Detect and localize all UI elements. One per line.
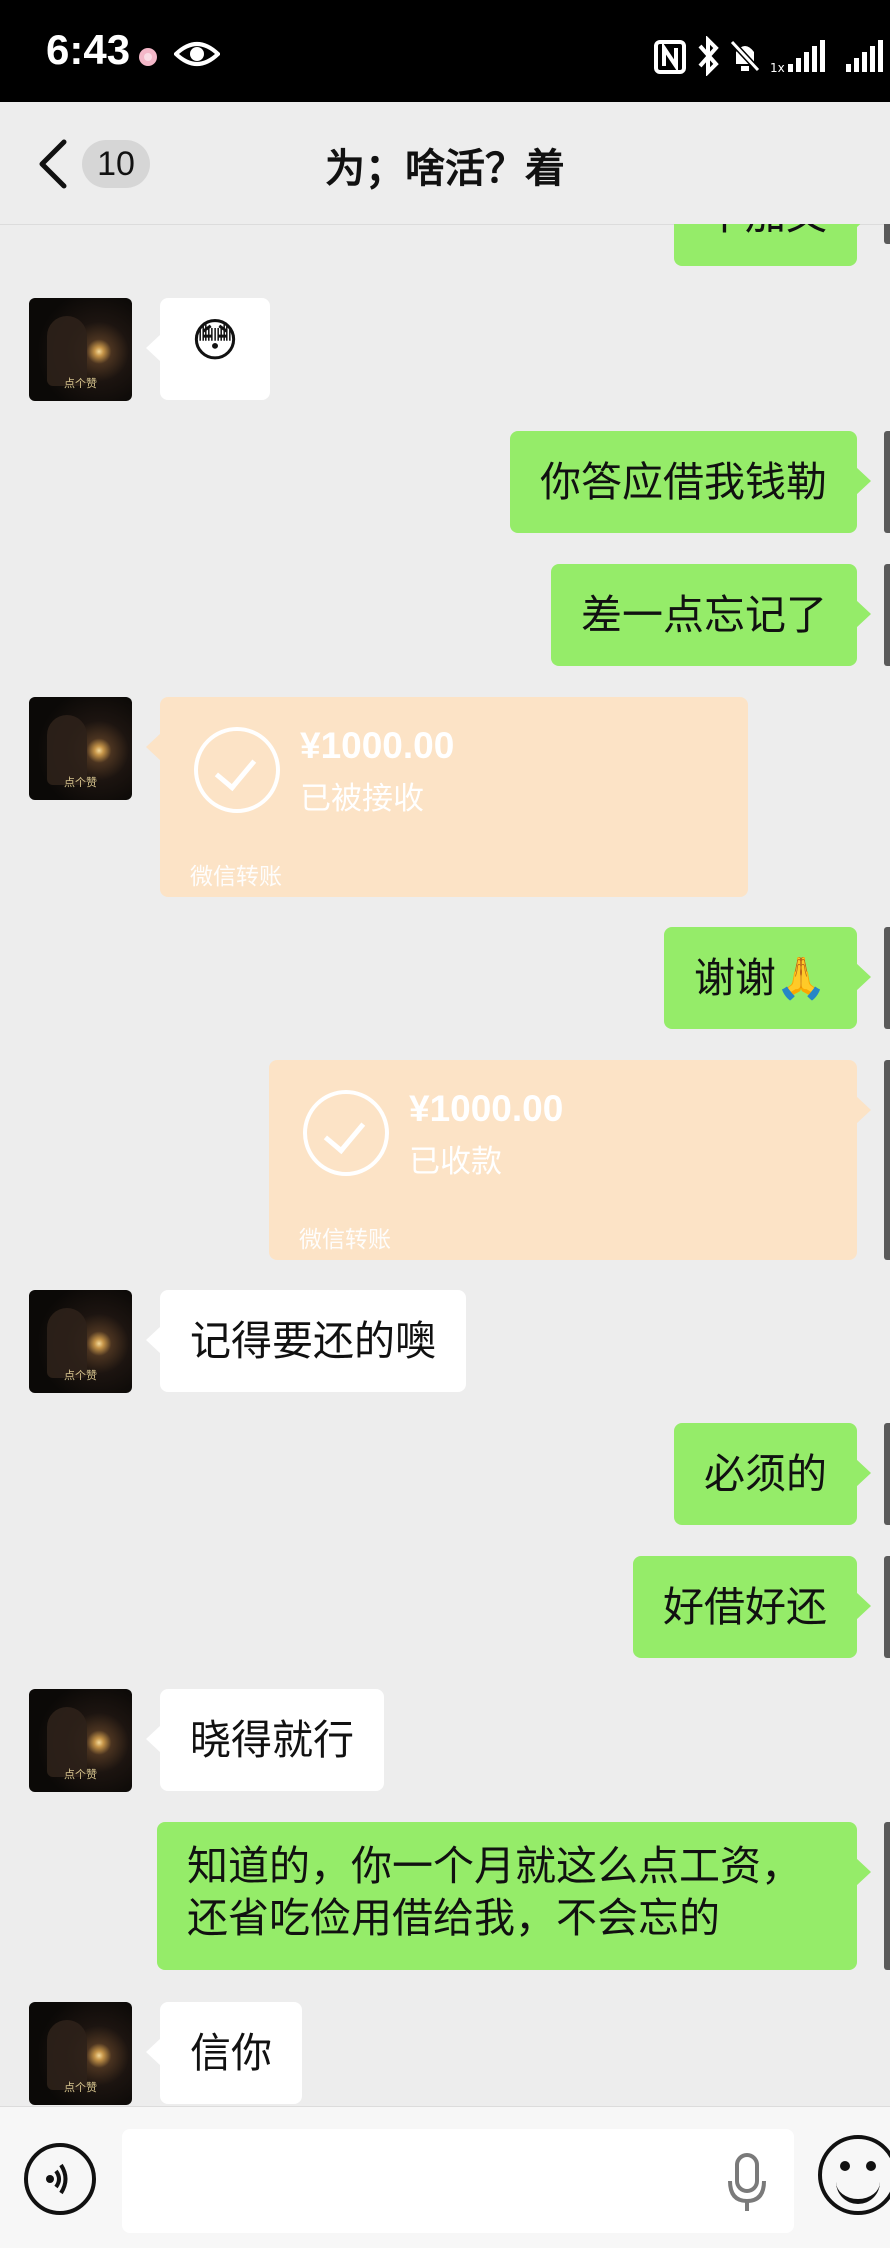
message-bubble-self[interactable]: 好借好还 [633,1556,871,1658]
mute-icon [729,39,761,73]
microphone-icon[interactable] [726,2151,768,2215]
signal-icon [846,40,883,72]
message-text: 必须的 [704,1450,827,1498]
avatar[interactable]: 点个赞 [29,697,132,800]
self-avatar-edge [884,1822,890,1970]
transfer-brand: 微信转账 [190,864,282,890]
bluetooth-icon [698,36,719,76]
avatar[interactable]: 点个赞 [29,1290,132,1393]
self-avatar-edge [884,1556,890,1658]
status-bar: 6:43 1x [0,0,890,102]
transfer-card[interactable]: ¥1000.00 已收款 微信转账 [269,1060,871,1260]
confused-face-icon: 😳 [191,313,239,367]
transfer-amount: ¥1000.00 [300,725,455,766]
message-text: 不加文 [704,224,827,239]
transfer-card[interactable]: ¥1000.00 已被接收 微信转账 [146,697,748,897]
self-avatar-edge [884,1423,890,1525]
avatar[interactable]: 点个赞 [29,1689,132,1792]
self-avatar-edge [884,224,890,244]
transfer-amount: ¥1000.00 [409,1088,564,1129]
chat-title: 为；啥活？着 [325,146,565,192]
self-avatar-edge [884,927,890,1029]
status-time: 6:43 [46,26,131,73]
message-text-line: 知道的，你一个月就这么点工资， [187,1842,802,1890]
check-circle-icon [303,1090,389,1176]
message-bubble-self[interactable]: 知道的，你一个月就这么点工资， 还省吃俭用借给我，不会忘的 [157,1822,871,1970]
message-bubble-self[interactable]: 不加文 [674,224,871,266]
message-bubble-other[interactable]: 记得要还的噢 [146,1290,466,1392]
chat-header: 10 为；啥活？着 [0,102,890,225]
message-input[interactable] [122,2129,794,2233]
message-text: 好借好还 [663,1583,827,1631]
nfc-icon [654,40,686,74]
message-bubble-other[interactable]: 晓得就行 [146,1689,384,1791]
message-bubble-self[interactable]: 必须的 [674,1423,871,1525]
message-text: 谢谢🙏 [693,954,827,1002]
message-list[interactable]: 不加文 点个赞 😳 你答应借我钱勒 差一点忘记了 点个赞 ¥1000.00 已被… [0,224,890,2106]
check-circle-icon [194,727,280,813]
self-avatar-edge [884,564,890,666]
message-bubble-other[interactable]: 😳 [146,298,270,400]
transfer-status: 已被接收 [300,781,424,817]
message-text: 信你 [190,2029,272,2077]
transfer-status: 已收款 [409,1144,502,1180]
eye-icon [174,42,220,66]
message-bubble-other[interactable]: 信你 [146,2002,302,2104]
voice-icon [46,2163,68,2195]
voice-input-button[interactable] [24,2143,96,2215]
input-bar [0,2106,890,2248]
self-avatar-edge [884,1060,890,1260]
avatar[interactable]: 点个赞 [29,2002,132,2105]
self-avatar-edge [884,431,890,533]
svg-text:1x: 1x [770,61,785,74]
message-bubble-self[interactable]: 差一点忘记了 [551,564,871,666]
message-text: 你答应借我钱勒 [540,458,827,506]
message-text: 记得要还的噢 [190,1317,436,1365]
signal-icon: 1x [770,40,825,74]
transfer-brand: 微信转账 [299,1227,391,1253]
flower-icon [139,48,157,66]
avatar[interactable]: 点个赞 [29,298,132,401]
message-text: 晓得就行 [190,1716,354,1764]
message-text: 差一点忘记了 [581,591,827,639]
message-text-line: 还省吃俭用借给我，不会忘的 [187,1894,720,1942]
message-bubble-self[interactable]: 谢谢🙏 [663,927,872,1029]
emoji-button[interactable] [818,2135,890,2215]
message-bubble-self[interactable]: 你答应借我钱勒 [510,431,871,533]
